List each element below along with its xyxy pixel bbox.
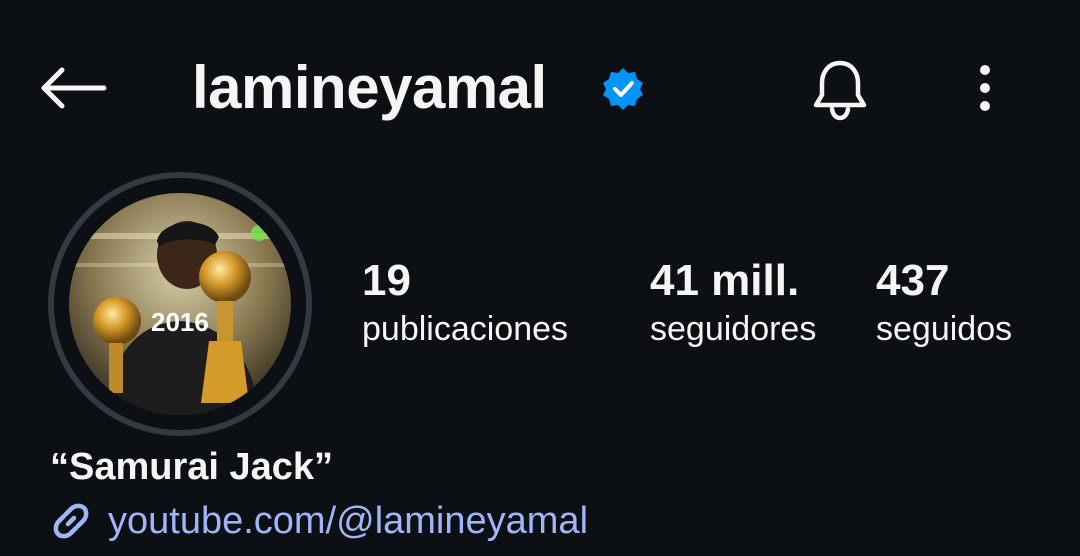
following-stat[interactable]: 437 seguidos [876, 256, 1012, 352]
profile-picture: 2016 [69, 193, 291, 415]
profile-username: lamineyamal [192, 54, 547, 121]
profile-screen: lamineyamal 2016 19 publicaciones 41 mil… [0, 0, 1080, 556]
posts-stat[interactable]: 19 publicaciones [362, 256, 568, 352]
more-vertical-icon [980, 65, 990, 111]
arrow-left-icon [41, 67, 107, 109]
followers-count: 41 mill. [650, 256, 800, 305]
link-icon [53, 503, 89, 539]
profile-link-text[interactable]: youtube.com/@lamineyamal [108, 498, 588, 544]
verified-badge-icon [603, 68, 643, 110]
back-button[interactable] [30, 50, 116, 126]
display-name: “Samurai Jack” [50, 446, 334, 488]
followers-stat[interactable]: 41 mill. seguidores [650, 256, 816, 352]
bell-icon [813, 60, 867, 121]
svg-text:2016: 2016 [151, 307, 209, 337]
posts-label: publicaciones [362, 310, 569, 348]
followers-label: seguidores [650, 310, 817, 348]
profile-link[interactable]: youtube.com/@lamineyamal [48, 496, 588, 546]
avatar[interactable]: 2016 [69, 193, 291, 415]
posts-count: 19 [362, 256, 411, 305]
following-count: 437 [876, 256, 950, 305]
avatar-ring[interactable]: 2016 [48, 172, 312, 436]
notifications-button[interactable] [800, 50, 880, 130]
more-options-button[interactable] [960, 56, 1010, 120]
following-label: seguidos [876, 310, 1013, 348]
